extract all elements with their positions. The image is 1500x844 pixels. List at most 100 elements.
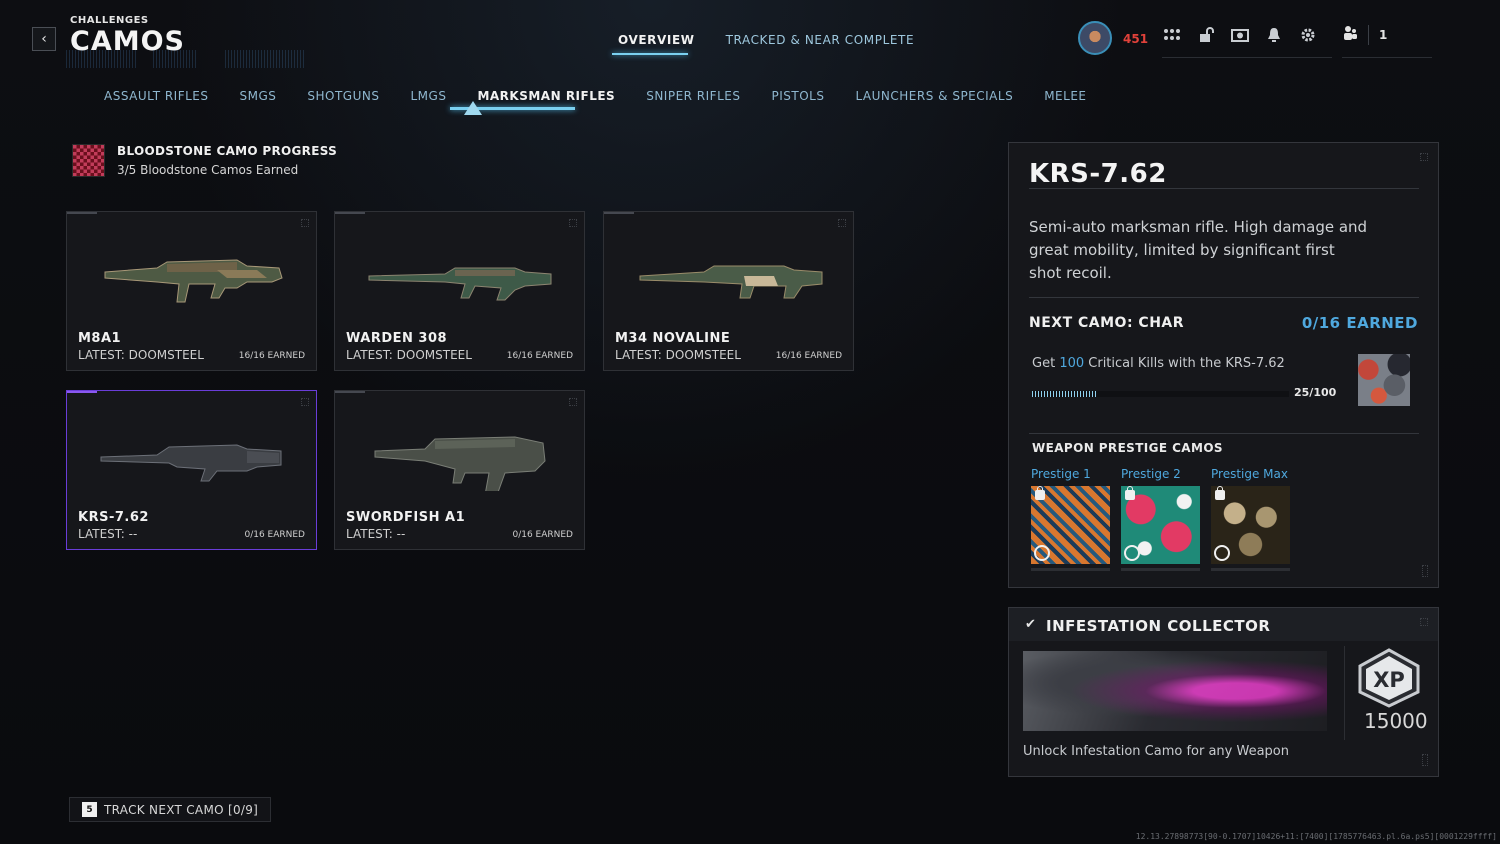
camo-challenge-text: Get 100 Critical Kills with the KRS-7.62 xyxy=(1032,356,1285,371)
card-accent xyxy=(67,391,97,393)
tab-assault-rifles[interactable]: ASSAULT RIFLES xyxy=(104,89,209,103)
infestation-collector-card[interactable]: ✔ INFESTATION COLLECTOR XP 15000 Unlock … xyxy=(1008,607,1439,777)
weapon-name: M8A1 xyxy=(78,331,122,346)
infestation-camo-image xyxy=(1023,651,1327,731)
challenge-prefix: Get xyxy=(1032,356,1060,371)
xp-label: XP xyxy=(1373,668,1405,692)
tab-overview[interactable]: OVERVIEW xyxy=(618,33,695,47)
weapon-image-warden-308 xyxy=(368,267,552,301)
divider xyxy=(1344,646,1345,740)
party-underline xyxy=(1342,57,1432,58)
weapon-image-m8a1 xyxy=(104,259,283,303)
party-icon xyxy=(1342,25,1358,45)
prestige-label: Prestige 2 xyxy=(1121,467,1181,481)
panel-corner-mark xyxy=(1420,618,1428,626)
prestige-camo-max[interactable]: Prestige Max xyxy=(1211,467,1291,571)
weapon-card-m8a1[interactable]: M8A1 LATEST: DOOMSTEEL 16/16 EARNED xyxy=(66,211,317,371)
tab-sniper-rifles[interactable]: SNIPER RIFLES xyxy=(646,89,740,103)
card-accent xyxy=(335,391,365,393)
back-button[interactable]: ‹ xyxy=(32,27,56,51)
divider xyxy=(1029,297,1419,298)
panel-corner-mark xyxy=(1420,153,1428,161)
tab-melee[interactable]: MELEE xyxy=(1044,89,1086,103)
bell-icon[interactable] xyxy=(1264,25,1284,45)
header-icon-bar xyxy=(1162,25,1318,45)
scroll-handle[interactable] xyxy=(1422,565,1428,577)
track-next-camo-label: TRACK NEXT CAMO [0/9] xyxy=(104,802,259,817)
divider xyxy=(1029,188,1419,189)
prestige-camo-2[interactable]: Prestige 2 xyxy=(1121,467,1201,571)
weapon-card-m34-novaline[interactable]: M34 NOVALINE LATEST: DOOMSTEEL 16/16 EAR… xyxy=(603,211,854,371)
store-icon[interactable] xyxy=(1230,25,1250,45)
lock-icon xyxy=(1125,486,1135,500)
weapon-latest-camo: LATEST: DOOMSTEEL xyxy=(78,348,204,362)
tab-shotguns[interactable]: SHOTGUNS xyxy=(307,89,379,103)
weapon-card-warden-308[interactable]: WARDEN 308 LATEST: DOOMSTEEL 16/16 EARNE… xyxy=(334,211,585,371)
card-corner-mark xyxy=(569,398,577,406)
bloodstone-progress: BLOODSTONE CAMO PROGRESS 3/5 Bloodstone … xyxy=(72,144,337,177)
card-accent xyxy=(335,212,365,214)
weapon-latest-camo: LATEST: -- xyxy=(78,527,138,541)
avatar[interactable] xyxy=(1078,21,1112,55)
gear-icon[interactable] xyxy=(1298,25,1318,45)
challenge-progress-bar xyxy=(1032,391,1289,397)
card-accent xyxy=(67,212,97,214)
top-tabs: OVERVIEW TRACKED & NEAR COMPLETE xyxy=(618,33,914,47)
weapon-card-swordfish-a1[interactable]: SWORDFISH A1 LATEST: -- 0/16 EARNED xyxy=(334,390,585,550)
prestige-label: Prestige Max xyxy=(1211,467,1288,481)
weapon-image-m34-novaline xyxy=(639,265,823,299)
weapon-earned: 16/16 EARNED xyxy=(506,351,573,361)
prestige-camo-image xyxy=(1121,486,1200,564)
weapon-earned: 0/16 EARNED xyxy=(244,530,305,540)
tab-tracked-near-complete[interactable]: TRACKED & NEAR COMPLETE xyxy=(726,33,915,47)
tab-marksman-rifles[interactable]: MARKSMAN RIFLES xyxy=(477,89,615,103)
card-accent xyxy=(604,212,634,214)
weapon-earned: 16/16 EARNED xyxy=(238,351,305,361)
weapon-latest-camo: LATEST: DOOMSTEEL xyxy=(615,348,741,362)
weapon-image-swordfish-a1 xyxy=(374,436,546,491)
tab-launchers-specials[interactable]: LAUNCHERS & SPECIALS xyxy=(855,89,1013,103)
weapon-name: KRS-7.62 xyxy=(78,510,149,525)
prestige-camo-image xyxy=(1031,486,1110,564)
bloodstone-title: BLOODSTONE CAMO PROGRESS xyxy=(117,144,338,158)
weapon-description: Semi-auto marksman rifle. High damage an… xyxy=(1029,218,1368,282)
prestige-heading: WEAPON PRESTIGE CAMOS xyxy=(1032,441,1223,455)
lock-icon xyxy=(1215,486,1225,500)
header-subtitle: CHALLENGES xyxy=(70,15,149,26)
xp-amount: 15000 xyxy=(1364,709,1428,733)
challenge-target: 100 xyxy=(1059,356,1085,371)
infestation-description: Unlock Infestation Camo for any Weapon xyxy=(1023,744,1289,759)
weapon-card-krs-7-62[interactable]: KRS-7.62 LATEST: -- 0/16 EARNED xyxy=(66,390,317,550)
weapon-detail-panel: KRS-7.62 Semi-auto marksman rifle. High … xyxy=(1008,142,1439,588)
card-corner-mark xyxy=(301,219,309,227)
party-separator xyxy=(1368,25,1369,45)
scroll-handle[interactable] xyxy=(1422,754,1428,766)
tab-pistols[interactable]: PISTOLS xyxy=(771,89,824,103)
track-next-camo-button[interactable]: 5 TRACK NEXT CAMO [0/9] xyxy=(69,797,272,822)
weapon-category-tabs: ASSAULT RIFLES SMGS SHOTGUNS LMGS MARKSM… xyxy=(104,89,1118,103)
prestige-camo-image xyxy=(1211,486,1290,564)
grid-icon[interactable] xyxy=(1162,25,1182,45)
challenge-progress-text: 25/100 xyxy=(1294,386,1337,399)
prestige-badge-icon xyxy=(1034,545,1050,561)
tab-lmgs[interactable]: LMGS xyxy=(410,89,446,103)
prestige-camo-1[interactable]: Prestige 1 xyxy=(1031,467,1111,571)
next-camo-label: NEXT CAMO: CHAR xyxy=(1029,315,1185,331)
weapon-latest-camo: LATEST: -- xyxy=(346,527,406,541)
weapon-name: WARDEN 308 xyxy=(346,331,448,346)
card-corner-mark xyxy=(569,219,577,227)
party-indicator[interactable]: 1 xyxy=(1342,25,1387,45)
detail-weapon-title: KRS-7.62 xyxy=(1029,159,1167,189)
next-camo-preview[interactable] xyxy=(1358,354,1410,406)
tab-smgs[interactable]: SMGS xyxy=(240,89,277,103)
unlock-icon[interactable] xyxy=(1196,25,1216,45)
weapon-name: M34 NOVALINE xyxy=(615,331,731,346)
weapon-earned: 16/16 EARNED xyxy=(775,351,842,361)
xp-icon: XP xyxy=(1358,648,1420,708)
divider xyxy=(1029,433,1419,434)
infestation-title: INFESTATION COLLECTOR xyxy=(1046,617,1271,635)
icon-bar-underline xyxy=(1162,57,1332,58)
prestige-progress-bar xyxy=(1121,568,1200,571)
chevron-left-icon: ‹ xyxy=(41,31,47,47)
weapon-image-krs-7-62 xyxy=(100,444,282,482)
